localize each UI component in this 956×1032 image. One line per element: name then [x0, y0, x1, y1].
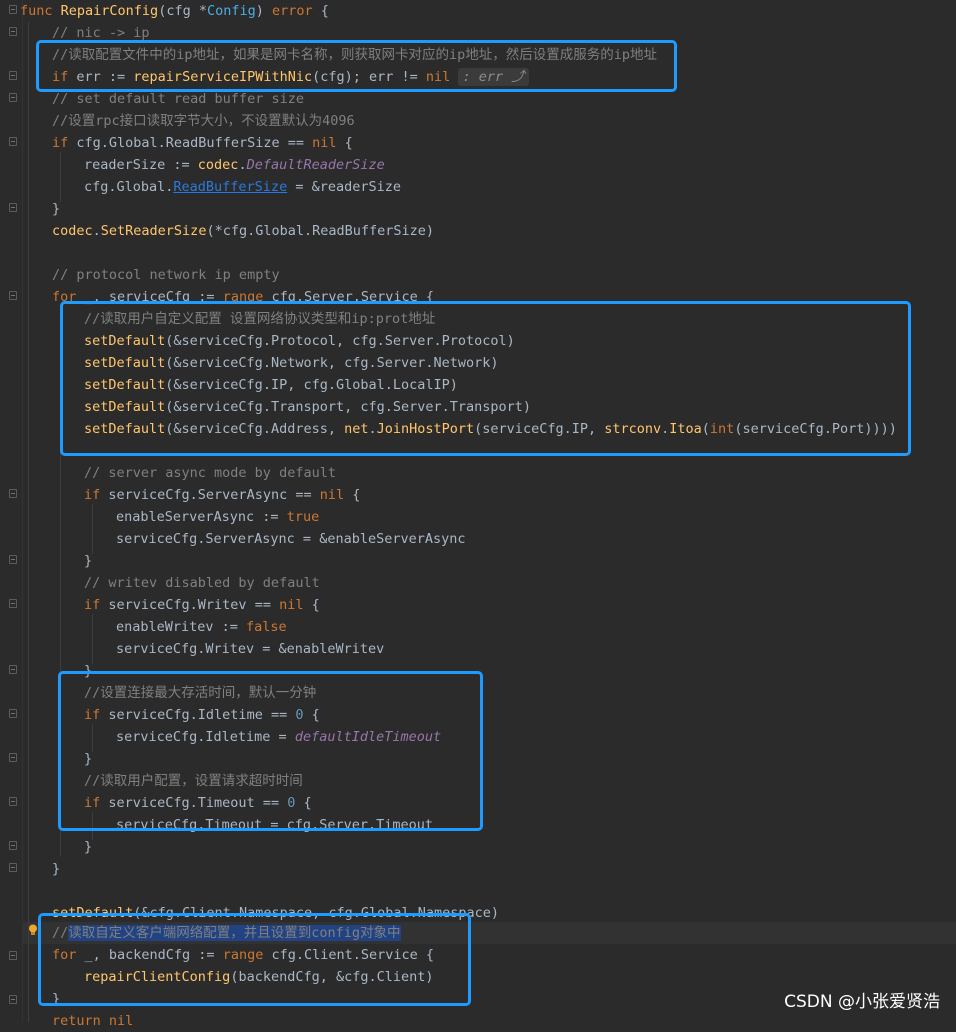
fold-marker-icon[interactable] [9, 489, 17, 498]
annotation-box [60, 301, 911, 456]
code-line: enableServerAsync := true [116, 509, 320, 525]
code-line: func RepairConfig(cfg *Config) error { [20, 3, 329, 19]
fold-marker-icon[interactable] [9, 995, 17, 1004]
fold-marker-icon[interactable] [9, 5, 17, 14]
fold-marker-icon[interactable] [9, 203, 17, 212]
watermark: CSDN @小张爱贤浩 [784, 992, 940, 1012]
gutter-divider [22, 0, 23, 1022]
code-line: if cfg.Global.ReadBufferSize == nil { [52, 135, 353, 151]
code-line: enableWritev := false [116, 619, 287, 635]
lightbulb-icon[interactable] [28, 924, 38, 936]
fold-marker-icon[interactable] [9, 137, 17, 146]
code-line: serviceCfg.Writev = &enableWritev [116, 641, 385, 657]
code-line: codec.SetReaderSize(*cfg.Global.ReadBuff… [52, 223, 435, 239]
code-line: return nil [52, 1013, 134, 1029]
code-line: //设置rpc接口读取字节大小，不设置默认为4096 [52, 113, 355, 129]
indent-guide [92, 504, 93, 554]
fold-marker-icon[interactable] [9, 71, 17, 80]
fold-marker-icon[interactable] [9, 93, 17, 102]
fold-marker-icon[interactable] [9, 599, 17, 608]
fold-marker-icon[interactable] [9, 291, 17, 300]
fold-marker-icon[interactable] [9, 753, 17, 762]
code-line: } [84, 553, 93, 569]
indent-guide [28, 22, 29, 1022]
code-line: // writev disabled by default [84, 575, 320, 591]
code-line: if serviceCfg.Writev == nil { [84, 597, 320, 613]
comment: // nic -> ip [52, 25, 150, 41]
annotation-box [58, 671, 483, 831]
fold-marker-icon[interactable] [9, 665, 17, 674]
fold-marker-icon[interactable] [9, 709, 17, 718]
fold-marker-icon[interactable] [9, 841, 17, 850]
annotation-box [38, 913, 471, 1006]
fold-marker-icon[interactable] [9, 863, 17, 872]
fold-marker-icon[interactable] [9, 797, 17, 806]
fold-marker-icon[interactable] [9, 951, 17, 960]
code-line: } [52, 201, 61, 217]
code-line: cfg.Global.ReadBufferSize = &readerSize [84, 179, 401, 195]
keyword: func [20, 3, 53, 19]
code-line: serviceCfg.ServerAsync = &enableServerAs… [116, 531, 466, 547]
code-line: // protocol network ip empty [52, 267, 280, 283]
fold-marker-icon[interactable] [9, 555, 17, 564]
code-line: } [52, 861, 61, 877]
fold-marker-icon[interactable] [9, 27, 17, 36]
code-line: } [84, 839, 93, 855]
code-line: // server async mode by default [84, 465, 336, 481]
indent-guide [60, 152, 61, 202]
field-link[interactable]: ReadBufferSize [173, 179, 287, 195]
function-name: RepairConfig [60, 3, 159, 19]
code-line: if serviceCfg.ServerAsync == nil { [84, 487, 361, 503]
indent-guide [92, 614, 93, 664]
code-line: readerSize := codec.DefaultReaderSize [84, 157, 385, 173]
annotation-box [36, 40, 677, 92]
